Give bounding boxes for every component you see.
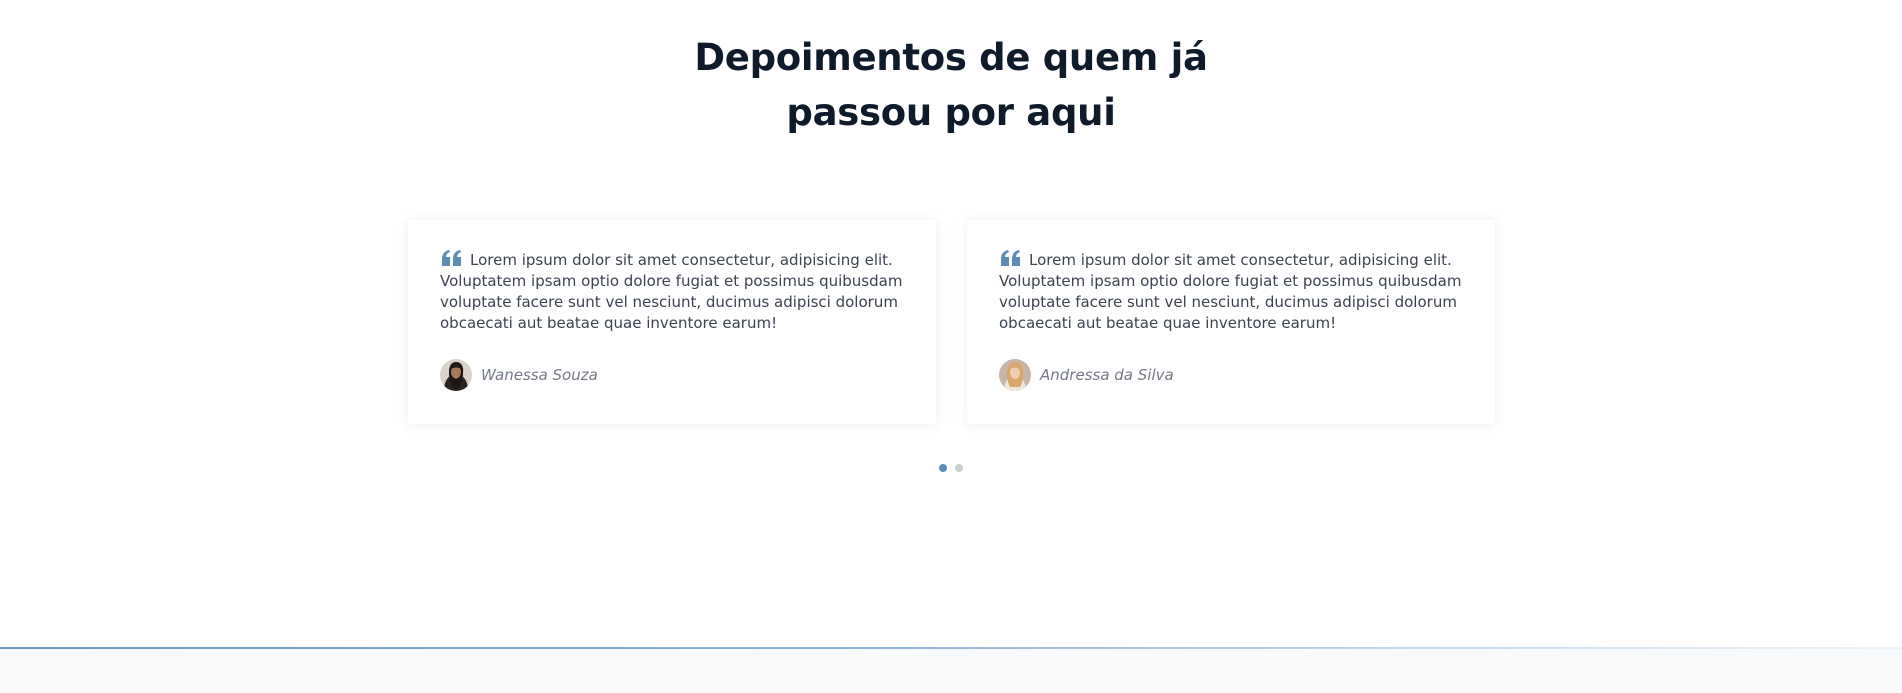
avatar-photo-andressa — [999, 359, 1031, 391]
quote-icon — [442, 250, 461, 266]
testimonial-author: Andressa da Silva — [999, 359, 1174, 391]
testimonial-card: Lorem ipsum dolor sit amet consectetur, … — [408, 220, 936, 424]
section-title-line-2: passou por aqui — [786, 91, 1116, 134]
pagination-dot-1[interactable] — [939, 464, 947, 472]
avatar — [440, 359, 472, 391]
footer — [0, 649, 1902, 693]
testimonial-quote: Lorem ipsum dolor sit amet consectetur, … — [440, 250, 904, 334]
section-title: Depoimentos de quem já passou por aqui — [0, 30, 1902, 140]
testimonial-quote: Lorem ipsum dolor sit amet consectetur, … — [999, 250, 1463, 334]
testimonial-card: Lorem ipsum dolor sit amet consectetur, … — [967, 220, 1495, 424]
carousel-pagination — [939, 464, 963, 472]
quote-icon — [1001, 250, 1020, 266]
testimonials-page: Depoimentos de quem já passou por aqui L… — [0, 0, 1902, 693]
section-title-line-1: Depoimentos de quem já — [694, 36, 1208, 79]
author-name: Andressa da Silva — [1040, 366, 1174, 384]
testimonial-text: Lorem ipsum dolor sit amet consectetur, … — [440, 251, 903, 332]
pagination-dot-2[interactable] — [955, 464, 963, 472]
avatar — [999, 359, 1031, 391]
author-name: Wanessa Souza — [481, 366, 598, 384]
testimonial-text: Lorem ipsum dolor sit amet consectetur, … — [999, 251, 1462, 332]
testimonial-author: Wanessa Souza — [440, 359, 598, 391]
avatar-photo-wanessa — [440, 359, 472, 391]
